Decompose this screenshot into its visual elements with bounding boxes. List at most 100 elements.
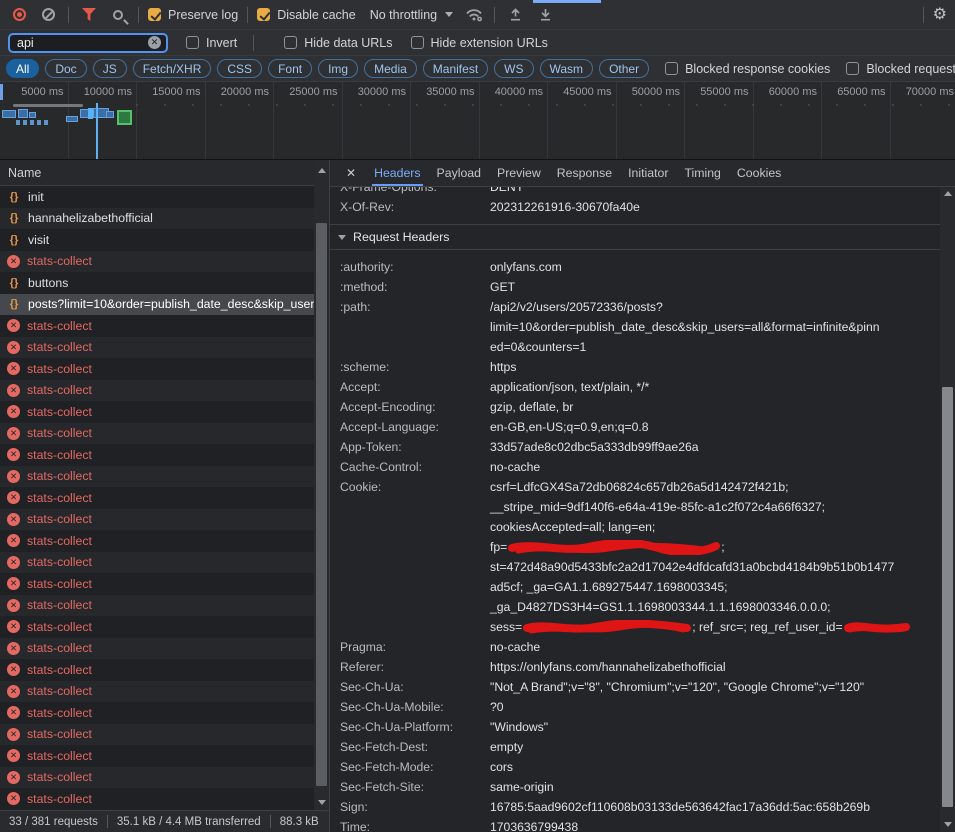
checkbox-unchecked[interactable] (665, 62, 678, 75)
type-filter-pill[interactable]: Img (318, 59, 358, 78)
preserve-log-checkbox[interactable]: Preserve log (148, 8, 238, 22)
type-filter-pill[interactable]: All (6, 59, 39, 78)
hide-extension-urls-checkbox[interactable]: Hide extension URLs (411, 36, 548, 50)
divider (923, 7, 924, 23)
request-row[interactable]: {} ✕ stats-collect (0, 423, 314, 445)
import-har-icon[interactable] (504, 4, 526, 26)
type-filter-pill[interactable]: CSS (217, 59, 262, 78)
request-row[interactable]: {} ✕ stats-collect (0, 681, 314, 703)
request-row[interactable]: {} ✕ stats-collect (0, 380, 314, 402)
type-filter-pill[interactable]: Other (599, 59, 649, 78)
detail-tab[interactable]: Payload (437, 160, 481, 186)
detail-tab[interactable]: Response (557, 160, 612, 186)
header-name (330, 537, 490, 557)
scroll-down-icon[interactable] (944, 822, 952, 827)
request-name: stats-collect (27, 426, 92, 440)
checkbox-checked[interactable] (148, 8, 161, 21)
close-icon[interactable]: ✕ (346, 166, 356, 180)
checkbox-unchecked[interactable] (284, 36, 297, 49)
selection-handle[interactable] (0, 84, 3, 100)
requests-scrollbar[interactable] (314, 160, 329, 810)
redaction-scribble (508, 540, 720, 555)
search-icon[interactable] (107, 4, 129, 26)
detail-tab[interactable]: Initiator (628, 160, 668, 186)
type-filter-pill[interactable]: JS (93, 59, 127, 78)
scroll-down-icon[interactable] (318, 800, 326, 805)
request-row[interactable]: {} ✕ stats-collect (0, 509, 314, 531)
scroll-up-icon[interactable] (318, 168, 326, 173)
request-row[interactable]: {} ✕ stats-collect (0, 530, 314, 552)
blocked-requests-checkbox[interactable]: Blocked requests (846, 62, 955, 76)
request-row[interactable]: {} ✕ stats-collect (0, 358, 314, 380)
settings-gear-icon[interactable]: ⚙ (933, 7, 947, 23)
type-filter-pill[interactable]: Font (268, 59, 312, 78)
request-row[interactable]: {} ✕ stats-collect (0, 552, 314, 574)
network-activity-bar (106, 111, 114, 118)
request-list: {} ✕ init {} ✕ hannahelizabethofficial {… (0, 186, 314, 810)
network-conditions-icon[interactable] (463, 4, 485, 26)
throttling-dropdown[interactable]: No throttling (370, 8, 453, 22)
request-name: stats-collect (27, 706, 92, 720)
request-row[interactable]: {} ✕ visit (0, 229, 314, 251)
request-row[interactable]: {} ✕ stats-collect (0, 401, 314, 423)
blocked-response-cookies-checkbox[interactable]: Blocked response cookies (665, 62, 830, 76)
disable-cache-checkbox[interactable]: Disable cache (257, 8, 356, 22)
request-row[interactable]: {} ✕ stats-collect (0, 595, 314, 617)
request-row[interactable]: {} ✕ stats-collect (0, 487, 314, 509)
request-row[interactable]: {} ✕ stats-collect (0, 616, 314, 638)
request-headers-section-header[interactable]: Request Headers (330, 224, 940, 250)
request-row[interactable]: {} ✕ hannahelizabethofficial (0, 208, 314, 230)
type-filter-pill[interactable]: Fetch/XHR (133, 59, 212, 78)
request-row[interactable]: {} ✕ buttons (0, 272, 314, 294)
timeline-column: 40000 ms (480, 82, 549, 159)
type-filter-pill[interactable]: WS (494, 59, 533, 78)
request-row[interactable]: {} ✕ stats-collect (0, 444, 314, 466)
clear-filter-icon[interactable]: ✕ (148, 36, 161, 49)
timeline-overview[interactable]: 5000 ms10000 ms15000 ms20000 ms25000 ms3… (0, 82, 955, 160)
header-line: App-Token: 33d57ade8c02dbc5a333db99ff9ae… (330, 437, 940, 457)
scrollbar-thumb[interactable] (942, 387, 953, 807)
checkbox-checked[interactable] (257, 8, 270, 21)
scroll-up-icon[interactable] (944, 191, 952, 196)
export-har-icon[interactable] (534, 4, 556, 26)
checkbox-unchecked[interactable] (411, 36, 424, 49)
hide-data-urls-checkbox[interactable]: Hide data URLs (284, 36, 392, 50)
filter-bar: api ✕ Invert Hide data URLs Hide extensi… (0, 30, 955, 56)
detail-tab[interactable]: Headers (374, 160, 420, 186)
divider (138, 7, 139, 23)
request-row[interactable]: {} ✕ posts?limit=10&order=publish_date_d… (0, 294, 314, 316)
request-row[interactable]: {} ✕ stats-collect (0, 767, 314, 789)
filter-icon[interactable] (78, 4, 100, 26)
checkbox-unchecked[interactable] (186, 36, 199, 49)
request-row[interactable]: {} ✕ stats-collect (0, 659, 314, 681)
request-row[interactable]: {} ✕ stats-collect (0, 466, 314, 488)
request-row[interactable]: {} ✕ stats-collect (0, 724, 314, 746)
detail-tab[interactable]: Preview (497, 160, 541, 186)
request-name: hannahelizabethofficial (28, 211, 153, 225)
request-row[interactable]: {} ✕ stats-collect (0, 337, 314, 359)
type-filter-pill[interactable]: Wasm (540, 59, 594, 78)
filter-input[interactable]: api ✕ (8, 33, 168, 53)
checkbox-unchecked[interactable] (846, 62, 859, 75)
request-row[interactable]: {} ✕ init (0, 186, 314, 208)
request-name: buttons (28, 276, 68, 290)
request-row[interactable]: {} ✕ stats-collect (0, 788, 314, 810)
request-row[interactable]: {} ✕ stats-collect (0, 638, 314, 660)
scrollbar-thumb[interactable] (316, 223, 327, 786)
record-button[interactable] (8, 4, 30, 26)
invert-checkbox[interactable]: Invert (186, 36, 237, 50)
request-row[interactable]: {} ✕ stats-collect (0, 573, 314, 595)
name-column-header[interactable]: Name (0, 160, 329, 186)
type-filter-pill[interactable]: Media (364, 59, 417, 78)
request-row[interactable]: {} ✕ stats-collect (0, 315, 314, 337)
request-row[interactable]: {} ✕ stats-collect (0, 251, 314, 273)
clear-button[interactable] (37, 4, 59, 26)
request-row[interactable]: {} ✕ stats-collect (0, 702, 314, 724)
detail-tab[interactable]: Timing (684, 160, 720, 186)
type-filter-pill[interactable]: Doc (45, 59, 86, 78)
header-value: limit=10&order=publish_date_desc&skip_us… (490, 317, 940, 337)
type-filter-pill[interactable]: Manifest (423, 59, 488, 78)
detail-tab[interactable]: Cookies (737, 160, 781, 186)
request-row[interactable]: {} ✕ stats-collect (0, 745, 314, 767)
headers-scrollbar[interactable] (940, 187, 955, 832)
